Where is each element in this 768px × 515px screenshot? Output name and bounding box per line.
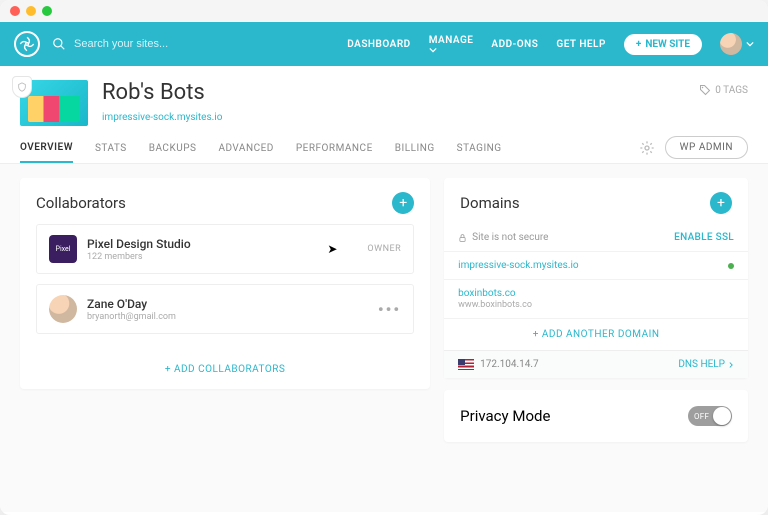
search-wrap <box>52 37 335 51</box>
secondary-domain-sub: www.boxinbots.co <box>458 300 532 310</box>
toggle-label: OFF <box>694 412 709 421</box>
status-dot-icon <box>728 263 734 269</box>
user-menu[interactable] <box>720 33 754 55</box>
search-input[interactable] <box>74 38 254 50</box>
site-tabs: OVERVIEW STATS BACKUPS ADVANCED PERFORMA… <box>0 132 768 164</box>
tab-billing[interactable]: BILLING <box>395 133 435 162</box>
tab-staging[interactable]: STAGING <box>457 133 502 162</box>
add-collaborator-button[interactable]: + <box>392 192 414 214</box>
dns-help-link[interactable]: DNS HELP <box>678 359 734 370</box>
nav-dashboard[interactable]: DASHBOARD <box>347 39 410 50</box>
ssl-status-label: Site is not secure <box>458 232 548 243</box>
tag-count[interactable]: 0 TAGS <box>699 80 748 96</box>
collaborator-sub: 122 members <box>87 252 317 262</box>
collaborator-row[interactable]: Pixel Pixel Design Studio 122 members ➤ … <box>36 224 414 274</box>
nav-manage[interactable]: MANAGE <box>429 35 474 54</box>
collaborator-avatar <box>49 295 77 323</box>
secondary-domain-link[interactable]: boxinbots.co <box>458 288 532 299</box>
owner-badge: OWNER <box>367 244 401 254</box>
primary-domain-row[interactable]: impressive-sock.mysites.io <box>444 252 748 280</box>
add-another-domain-link[interactable]: + ADD ANOTHER DOMAIN <box>444 319 748 350</box>
collaborator-sub: bryanorth@gmail.com <box>87 312 368 322</box>
chevron-right-icon <box>728 361 734 369</box>
privacy-toggle[interactable]: OFF <box>688 406 732 426</box>
privacy-card: Privacy Mode OFF <box>444 390 748 442</box>
secondary-domain-row[interactable]: boxinbots.co www.boxinbots.co <box>444 280 748 319</box>
lock-icon <box>458 233 467 243</box>
tab-stats[interactable]: STATS <box>95 133 127 162</box>
collaborator-name: Pixel Design Studio <box>87 237 317 251</box>
site-title-block: Rob's Bots impressive-sock.mysites.io <box>102 80 222 124</box>
site-header: Rob's Bots impressive-sock.mysites.io 0 … <box>0 66 768 132</box>
collaborator-name: Zane O'Day <box>87 297 368 311</box>
nav-gethelp[interactable]: GET HELP <box>556 39 605 50</box>
add-collaborators-link[interactable]: + ADD COLLABORATORS <box>20 354 430 389</box>
pinwheel-icon <box>19 36 35 52</box>
collaborators-heading: Collaborators <box>36 194 126 212</box>
add-domain-button[interactable]: + <box>710 192 732 214</box>
wp-admin-button[interactable]: WP ADMIN <box>665 136 748 159</box>
enable-ssl-link[interactable]: ENABLE SSL <box>674 232 734 243</box>
collaborators-card: Collaborators + Pixel Pixel Design Studi… <box>20 178 430 389</box>
tag-count-label: 0 TAGS <box>715 85 748 96</box>
ip-address: 172.104.14.7 <box>480 359 539 370</box>
collaborator-row[interactable]: Zane O'Day bryanorth@gmail.com ••• <box>36 284 414 334</box>
tab-performance[interactable]: PERFORMANCE <box>296 133 373 162</box>
brand-logo[interactable] <box>14 31 40 57</box>
privacy-heading: Privacy Mode <box>460 407 550 425</box>
avatar-icon <box>720 33 742 55</box>
primary-domain-link[interactable]: impressive-sock.mysites.io <box>458 260 578 271</box>
nav-addons[interactable]: ADD-ONS <box>491 39 538 50</box>
tag-icon <box>699 84 711 96</box>
gear-icon[interactable] <box>639 140 655 156</box>
chevron-down-icon <box>429 46 437 54</box>
domains-heading: Domains <box>460 194 519 212</box>
tab-overview[interactable]: OVERVIEW <box>20 132 73 163</box>
chevron-down-icon <box>746 40 754 48</box>
new-site-button[interactable]: + NEW SITE <box>624 34 702 55</box>
tab-advanced[interactable]: ADVANCED <box>218 133 273 162</box>
window-minimize-dot[interactable] <box>26 6 36 16</box>
more-actions-button[interactable]: ••• <box>378 300 401 319</box>
tab-backups[interactable]: BACKUPS <box>149 133 197 162</box>
domains-card: Domains + Site is not secure ENABLE SSL … <box>444 178 748 378</box>
top-nav-links: DASHBOARD MANAGE ADD-ONS GET HELP + NEW … <box>347 33 754 55</box>
top-navbar: DASHBOARD MANAGE ADD-ONS GET HELP + NEW … <box>0 22 768 66</box>
us-flag-icon <box>458 359 474 370</box>
shield-icon[interactable] <box>12 76 32 98</box>
main-content: Collaborators + Pixel Pixel Design Studi… <box>0 164 768 512</box>
window-close-dot[interactable] <box>10 6 20 16</box>
site-title: Rob's Bots <box>102 80 222 105</box>
site-url-link[interactable]: impressive-sock.mysites.io <box>102 112 222 123</box>
window-titlebar <box>0 0 768 22</box>
collaborator-avatar: Pixel <box>49 235 77 263</box>
search-icon <box>52 37 66 51</box>
ip-row: 172.104.14.7 DNS HELP <box>444 350 748 378</box>
ssl-row: Site is not secure ENABLE SSL <box>444 224 748 252</box>
mouse-cursor-icon: ➤ <box>327 242 337 256</box>
window-zoom-dot[interactable] <box>42 6 52 16</box>
new-site-label: NEW SITE <box>645 39 690 50</box>
nav-manage-label: MANAGE <box>429 35 474 46</box>
